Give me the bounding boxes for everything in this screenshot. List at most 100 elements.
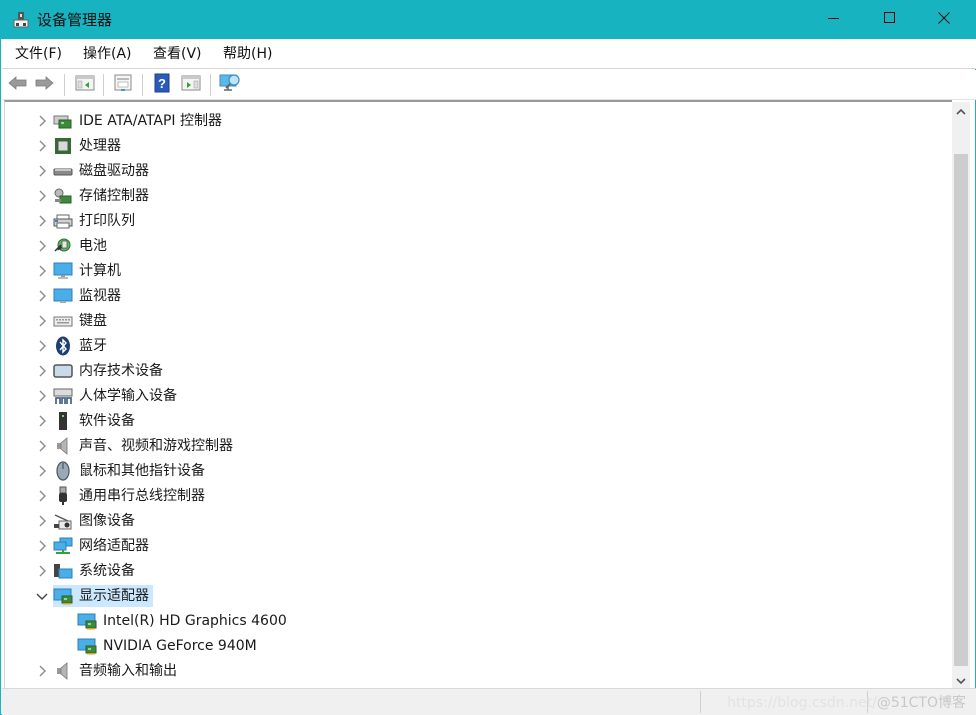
chevron-right-icon[interactable] — [34, 313, 50, 329]
scroll-up-button[interactable] — [952, 102, 970, 119]
show-hide-console-tree-button[interactable] — [74, 74, 96, 96]
menu-action[interactable]: 操作(A) — [81, 45, 134, 63]
chevron-right-icon[interactable] — [34, 463, 50, 479]
chevron-right-icon[interactable] — [34, 563, 50, 579]
chevron-right-icon[interactable] — [34, 163, 50, 179]
tree-device[interactable]: NVIDIA GeForce 940M — [5, 634, 945, 658]
tree-category[interactable]: 电池 — [5, 234, 945, 258]
tree-category[interactable]: 声音、视频和游戏控制器 — [5, 434, 945, 458]
ide-controller-icon — [53, 112, 73, 130]
tree-node[interactable]: NVIDIA GeForce 940M — [77, 635, 261, 657]
tree-category[interactable]: 鼠标和其他指针设备 — [5, 459, 945, 483]
tree-category[interactable]: 软件设备 — [5, 409, 945, 433]
tree-category[interactable]: 打印队列 — [5, 209, 945, 233]
chevron-right-icon[interactable] — [34, 538, 50, 554]
tree-node[interactable]: 通用串行总线控制器 — [53, 485, 209, 507]
chevron-right-icon[interactable] — [34, 388, 50, 404]
tree-category[interactable]: 图像设备 — [5, 509, 945, 533]
menu-help[interactable]: 帮助(H) — [221, 45, 274, 63]
help-button[interactable]: ? — [151, 73, 173, 96]
tree-node[interactable]: 软件设备 — [53, 410, 139, 432]
chevron-right-icon[interactable] — [34, 488, 50, 504]
tree-category[interactable]: 网络适配器 — [5, 534, 945, 558]
svg-text:?: ? — [158, 76, 166, 91]
properties-icon — [113, 74, 133, 96]
tree-node[interactable]: 内存技术设备 — [53, 360, 167, 382]
chevron-right-icon[interactable] — [34, 138, 50, 154]
tree-node[interactable]: 电池 — [53, 235, 111, 257]
tree-node-label: 磁盘驱动器 — [79, 163, 149, 179]
tree-node[interactable]: IDE ATA/ATAPI 控制器 — [53, 110, 226, 132]
tree-category[interactable]: 磁盘驱动器 — [5, 159, 945, 183]
chevron-down-icon[interactable] — [34, 588, 50, 604]
menu-view[interactable]: 查看(V) — [151, 45, 204, 63]
tree-node[interactable]: 声音、视频和游戏控制器 — [53, 435, 237, 457]
tree-node-label: 蓝牙 — [79, 338, 107, 354]
tree-node[interactable]: 蓝牙 — [53, 335, 111, 357]
chevron-right-icon[interactable] — [34, 513, 50, 529]
vertical-scrollbar[interactable] — [952, 102, 970, 688]
maximize-button[interactable] — [867, 1, 913, 39]
tree-node[interactable]: 监视器 — [53, 285, 125, 307]
chevron-right-icon[interactable] — [34, 238, 50, 254]
scan-hardware-changes-button[interactable] — [219, 74, 241, 96]
chevron-right-icon[interactable] — [34, 363, 50, 379]
tree-node-label: 内存技术设备 — [79, 363, 163, 379]
tree-node[interactable]: 网络适配器 — [53, 535, 153, 557]
chevron-right-icon[interactable] — [34, 663, 50, 679]
tree-category[interactable]: 蓝牙 — [5, 334, 945, 358]
tree-category[interactable]: 人体学输入设备 — [5, 384, 945, 408]
menu-file[interactable]: 文件(F) — [13, 45, 64, 63]
tree-category[interactable]: 键盘 — [5, 309, 945, 333]
chevron-right-icon[interactable] — [34, 338, 50, 354]
tree-node[interactable]: 计算机 — [53, 260, 125, 282]
chevron-right-icon[interactable] — [34, 263, 50, 279]
device-tree[interactable]: IDE ATA/ATAPI 控制器处理器磁盘驱动器存储控制器打印队列电池计算机监… — [4, 100, 952, 688]
tree-category[interactable]: 监视器 — [5, 284, 945, 308]
tree-node-label: IDE ATA/ATAPI 控制器 — [79, 113, 223, 129]
tree-node[interactable]: 人体学输入设备 — [53, 385, 181, 407]
tree-node[interactable]: 磁盘驱动器 — [53, 160, 153, 182]
tree-node-selected[interactable]: 显示适配器 — [53, 585, 153, 607]
scroll-down-button[interactable] — [952, 671, 970, 688]
tree-node-label: Intel(R) HD Graphics 4600 — [103, 613, 287, 629]
tree-node[interactable]: 鼠标和其他指针设备 — [53, 460, 209, 482]
minimize-button[interactable] — [811, 1, 857, 39]
back-button[interactable] — [7, 74, 29, 96]
chevron-right-icon[interactable] — [34, 188, 50, 204]
tree-category[interactable]: 计算机 — [5, 259, 945, 283]
tree-node[interactable]: 处理器 — [53, 135, 125, 157]
hid-icon — [53, 387, 73, 405]
monitor-icon — [53, 287, 73, 305]
tree-category[interactable]: IDE ATA/ATAPI 控制器 — [5, 109, 945, 133]
tree-node[interactable]: 打印队列 — [53, 210, 139, 232]
tree-category[interactable]: 通用串行总线控制器 — [5, 484, 945, 508]
tree-category[interactable]: 显示适配器 — [5, 584, 945, 608]
tree-node[interactable]: 音频输入和输出 — [53, 660, 181, 682]
title-bar[interactable]: 设备管理器 — [1, 1, 976, 39]
tree-node[interactable]: 存储控制器 — [53, 185, 153, 207]
menu-bar: 文件(F) 操作(A) 查看(V) 帮助(H) — [2, 39, 976, 69]
scroll-thumb[interactable] — [954, 154, 968, 666]
tree-node[interactable]: 键盘 — [53, 310, 111, 332]
forward-button[interactable] — [33, 74, 55, 96]
chevron-right-icon[interactable] — [34, 438, 50, 454]
properties-button[interactable] — [112, 74, 134, 96]
chevron-right-icon[interactable] — [34, 113, 50, 129]
minimize-icon — [828, 12, 840, 28]
tree-category[interactable]: 存储控制器 — [5, 184, 945, 208]
tree-category[interactable]: 处理器 — [5, 134, 945, 158]
chevron-right-icon[interactable] — [34, 213, 50, 229]
tree-category[interactable]: 内存技术设备 — [5, 359, 945, 383]
tree-node[interactable]: 系统设备 — [53, 560, 139, 582]
tree-category[interactable]: 音频输入和输出 — [5, 659, 945, 683]
show-hide-action-pane-button[interactable] — [180, 74, 202, 96]
tree-node[interactable]: Intel(R) HD Graphics 4600 — [77, 610, 291, 632]
tree-node-label: 图像设备 — [79, 513, 135, 529]
tree-node[interactable]: 图像设备 — [53, 510, 139, 532]
close-button[interactable] — [921, 1, 967, 39]
tree-device[interactable]: Intel(R) HD Graphics 4600 — [5, 609, 945, 633]
tree-category[interactable]: 系统设备 — [5, 559, 945, 583]
chevron-right-icon[interactable] — [34, 288, 50, 304]
chevron-right-icon[interactable] — [34, 413, 50, 429]
